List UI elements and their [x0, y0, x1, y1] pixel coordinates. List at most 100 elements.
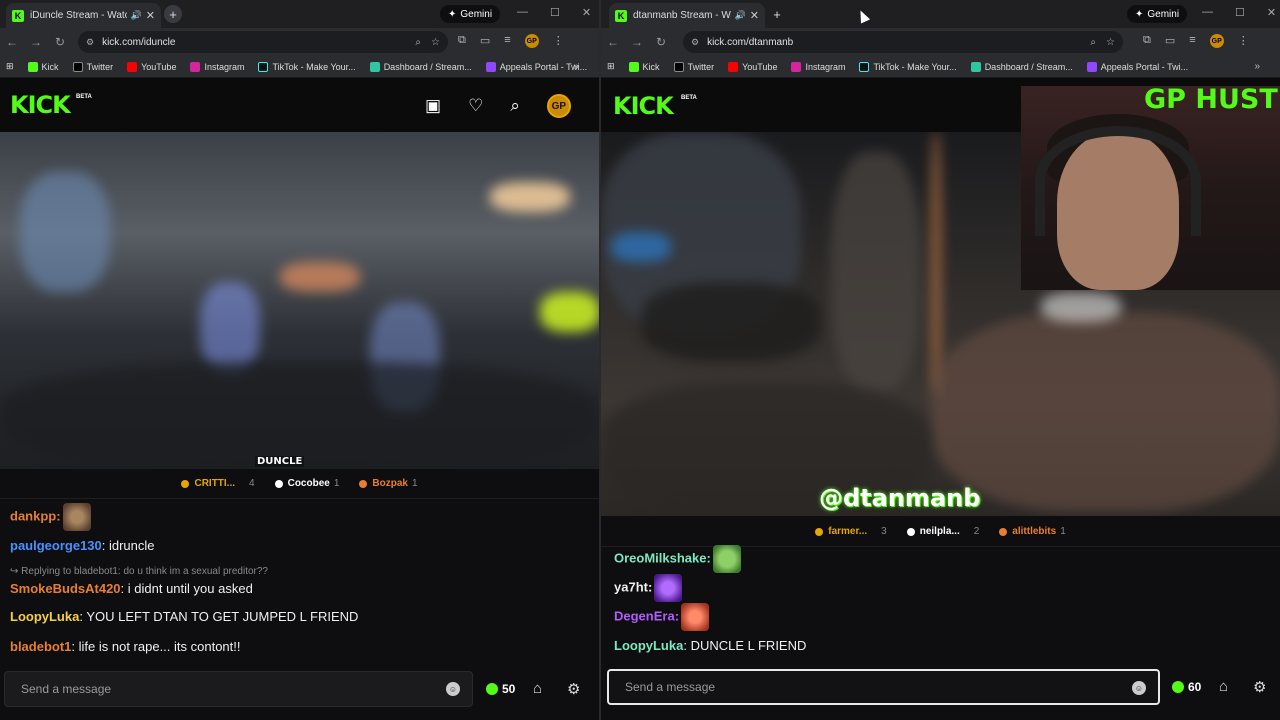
browser-tab[interactable]: K dtanmanb Stream - Watch Live 🔊 ✕ [609, 3, 765, 28]
chat-username[interactable]: LoopyLuka [614, 638, 683, 653]
close-tab-icon[interactable]: ✕ [750, 9, 759, 22]
kick-logo[interactable]: KICK [10, 91, 71, 119]
bookmark-tiktok[interactable]: TikTok - Make Your... [258, 61, 356, 72]
webcam-overlay [1021, 86, 1280, 290]
reload-icon[interactable]: ↻ [649, 35, 673, 49]
top-chatter[interactable]: CRITTI... 4 [181, 478, 255, 489]
zoom-icon[interactable]: ⌕ [415, 37, 421, 48]
bookmark-dashboard[interactable]: Dashboard / Stream... [369, 61, 472, 72]
new-tab-button[interactable]: + [164, 5, 182, 23]
bookmark-twitter[interactable]: Twitter [673, 61, 714, 72]
site-info-icon[interactable]: ⚙ [691, 37, 699, 48]
top-chatter[interactable]: alittlebits 1 [999, 526, 1066, 537]
following-heart-icon[interactable]: ♡ [468, 96, 483, 116]
bookmark-appeals[interactable]: Appeals Portal - Twi... [1086, 61, 1188, 72]
video-player[interactable] [0, 132, 599, 469]
speaker-icon[interactable]: 🔊 [131, 10, 142, 21]
url-field[interactable]: ⚙ kick.com/iduncle ⌕ ☆ [78, 31, 448, 53]
badge-icon [181, 479, 190, 488]
menu-icon[interactable]: ⋮ [1238, 34, 1249, 48]
bookmark-instagram[interactable]: Instagram [791, 61, 845, 72]
chat-username[interactable]: bladebot1 [10, 639, 71, 654]
cast-icon[interactable]: ▭ [480, 34, 490, 48]
bookmark-kick[interactable]: Kick [27, 61, 59, 72]
close-window-icon[interactable]: ✕ [1267, 6, 1276, 19]
stream-watermark: @dtanmanb [819, 484, 981, 512]
maximize-icon[interactable]: ☐ [1235, 6, 1245, 19]
browser-tab[interactable]: K iDuncle Stream - Watch Live 🔊 ✕ [6, 3, 161, 28]
new-tab-button[interactable]: + [768, 5, 786, 23]
bookmark-instagram[interactable]: Instagram [190, 61, 244, 72]
profile-avatar[interactable]: GP [1209, 34, 1224, 48]
chat-username[interactable]: paulgeorge130 [10, 538, 102, 553]
top-chatter[interactable]: farmer... 3 [815, 526, 887, 537]
apps-icon[interactable]: ⊞ [607, 61, 615, 72]
toolbar-icons: ⧉ ▭ ≡ GP ⋮ [1143, 34, 1249, 48]
cast-icon[interactable]: ▭ [1165, 34, 1175, 48]
chat-input[interactable]: Send a message ☺ [607, 669, 1160, 705]
forward-icon[interactable]: → [625, 35, 649, 49]
chat-username[interactable]: OreoMilkshake: [614, 550, 711, 565]
reload-icon[interactable]: ↻ [48, 35, 72, 49]
chat-settings-gear-icon[interactable]: ⚙ [1253, 678, 1266, 696]
bookmark-youtube[interactable]: YouTube [127, 61, 176, 72]
extensions-icon[interactable]: ⧉ [458, 34, 466, 48]
user-avatar[interactable]: GP [546, 94, 571, 118]
chat-message: paulgeorge130: idruncle [10, 538, 155, 553]
bookmark-dashboard[interactable]: Dashboard / Stream... [970, 61, 1073, 72]
minimize-icon[interactable]: — [1202, 6, 1213, 19]
menu-icon[interactable]: ⋮ [553, 34, 564, 48]
extensions-icon[interactable]: ⧉ [1143, 34, 1151, 48]
profile-avatar[interactable]: GP [524, 34, 539, 48]
chat-username[interactable]: DegenEra: [614, 608, 679, 623]
chat-username[interactable]: SmokeBudsAt420 [10, 581, 121, 596]
chat-input[interactable]: Send a message ☺ [4, 671, 473, 707]
store-icon[interactable]: ⌂ [533, 680, 542, 697]
apps-icon[interactable]: ⊞ [6, 61, 14, 72]
url-field[interactable]: ⚙ kick.com/dtanmanb ⌕ ☆ [683, 31, 1123, 53]
store-icon[interactable]: ⌂ [1219, 678, 1228, 695]
speaker-icon[interactable]: 🔊 [735, 10, 746, 21]
top-chatters-bar: CRITTI... 4 Cocobee 1 Bozpak 1 [0, 469, 599, 499]
bookmark-star-icon[interactable]: ☆ [431, 37, 440, 48]
top-chatter[interactable]: neilpla... 2 [906, 526, 979, 537]
media-icon[interactable]: ≡ [504, 34, 510, 48]
zoom-icon[interactable]: ⌕ [1090, 37, 1096, 48]
emoji-icon[interactable]: ☺ [1132, 681, 1146, 695]
reply-context[interactable]: ↪ Replying to bladebot1: do u think im a… [10, 566, 268, 577]
top-chatter[interactable]: Cocobee 1 [274, 478, 339, 489]
bookmark-star-icon[interactable]: ☆ [1106, 37, 1115, 48]
bookmark-tiktok[interactable]: TikTok - Make Your... [859, 61, 957, 72]
more-bookmarks-icon[interactable]: » [573, 61, 579, 72]
channel-points[interactable]: 50 [486, 682, 515, 696]
search-icon[interactable]: ⌕ [510, 96, 520, 116]
kick-logo[interactable]: KICK [613, 92, 674, 120]
forward-icon[interactable]: → [24, 35, 48, 49]
browse-icon[interactable]: ▣ [425, 96, 441, 116]
media-icon[interactable]: ≡ [1189, 34, 1195, 48]
emoji-icon[interactable]: ☺ [446, 682, 460, 696]
site-info-icon[interactable]: ⚙ [86, 37, 94, 48]
gemini-button[interactable]: ✦ Gemini [440, 5, 501, 23]
channel-points[interactable]: 60 [1172, 680, 1201, 694]
minimize-icon[interactable]: — [517, 6, 528, 19]
badge-icon [359, 479, 368, 488]
address-bar-row: ← → ↻ ⚙ kick.com/dtanmanb ⌕ ☆ ⧉ ▭ ≡ GP ⋮ [601, 28, 1280, 56]
chat-username[interactable]: dankpp: [10, 508, 61, 523]
bookmark-youtube[interactable]: YouTube [728, 61, 777, 72]
close-window-icon[interactable]: ✕ [582, 6, 591, 19]
gemini-button[interactable]: ✦ Gemini [1127, 5, 1188, 23]
close-tab-icon[interactable]: ✕ [146, 9, 155, 22]
more-bookmarks-icon[interactable]: » [1254, 61, 1260, 72]
top-chatter[interactable]: Bozpak 1 [359, 478, 418, 489]
maximize-icon[interactable]: ☐ [550, 6, 560, 19]
bookmark-appeals[interactable]: Appeals Portal - Twi... [485, 61, 587, 72]
chat-username[interactable]: ya7ht: [614, 579, 652, 594]
back-icon[interactable]: ← [0, 35, 24, 49]
badge-icon [999, 527, 1008, 536]
bookmark-kick[interactable]: Kick [628, 61, 660, 72]
bookmark-twitter[interactable]: Twitter [72, 61, 113, 72]
chat-settings-gear-icon[interactable]: ⚙ [567, 680, 580, 698]
chat-username[interactable]: LoopyLuka [10, 609, 79, 624]
back-icon[interactable]: ← [601, 35, 625, 49]
